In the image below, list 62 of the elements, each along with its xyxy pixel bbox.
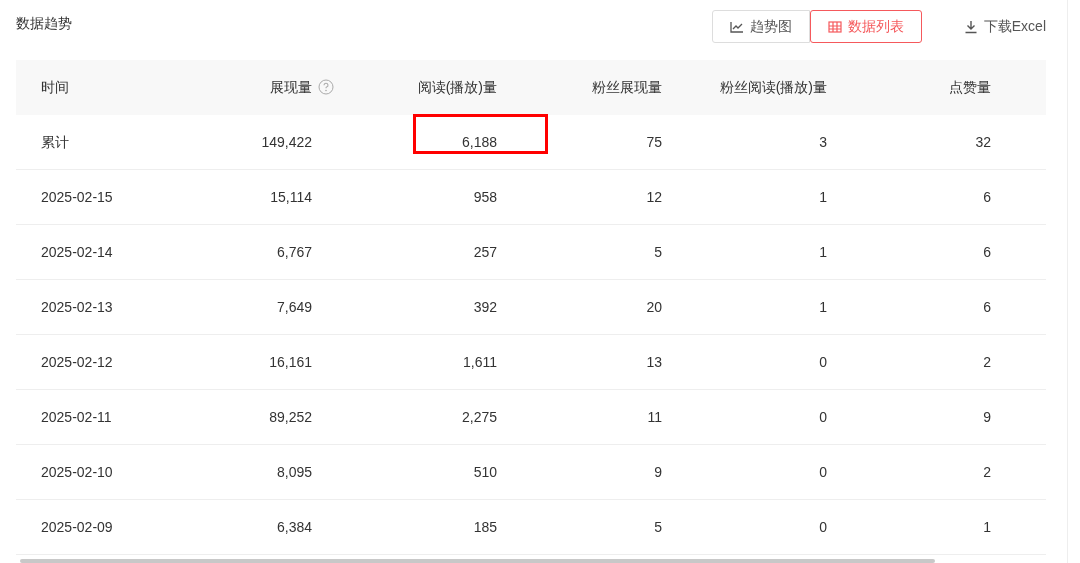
table-cell: 6,384: [276, 518, 312, 535]
table-cell: 16,161: [269, 353, 312, 370]
line-chart-icon: [729, 20, 744, 33]
table-cell: 0: [819, 353, 827, 370]
download-icon: [963, 19, 978, 34]
table-cell: 89,252: [269, 408, 312, 425]
table-cell: 2025-02-15: [41, 188, 113, 205]
table-cell: 6,188: [461, 133, 497, 150]
table-cell: 958: [473, 188, 497, 205]
table-cell: 20: [646, 298, 662, 315]
table-cell: 1: [983, 518, 991, 535]
scrollbar[interactable]: [20, 559, 935, 563]
column-header: 展现量: [270, 79, 312, 95]
table-cell: 0: [819, 408, 827, 425]
table-cell: 1: [819, 188, 827, 205]
section-title: 数据趋势: [16, 14, 72, 33]
table-cell: 2025-02-09: [41, 518, 113, 535]
table-cell: 75: [646, 133, 662, 150]
table-cell: 12: [646, 188, 662, 205]
table-cell: 5: [654, 518, 662, 535]
download-button[interactable]: 下载Excel: [963, 16, 1046, 37]
table-cell: 2: [983, 353, 991, 370]
table-cell: 0: [819, 518, 827, 535]
table-cell: 2025-02-14: [41, 243, 113, 260]
table-cell: 2025-02-12: [41, 353, 113, 370]
table-cell: 6: [983, 188, 991, 205]
view-tab[interactable]: 趋势图: [711, 10, 810, 43]
table-cell: 6,767: [276, 243, 312, 260]
table-cell: 累计: [41, 133, 69, 150]
column-header: 阅读(播放)量: [417, 79, 497, 95]
table-cell: 3: [819, 133, 827, 150]
table-cell: 5: [654, 243, 662, 260]
column-header: 时间: [41, 79, 69, 95]
table-cell: 185: [473, 518, 497, 535]
table-cell: 1: [819, 298, 827, 315]
table-cell: 2025-02-11: [41, 408, 112, 425]
table-cell: 6: [983, 243, 991, 260]
table-cell: 257: [473, 243, 497, 260]
table-cell: 9: [983, 408, 991, 425]
column-header: 点赞量: [949, 79, 991, 95]
table-cell: 9: [654, 463, 662, 480]
table-cell: 6: [983, 298, 991, 315]
table-icon: [827, 20, 842, 33]
table-cell: 2,275: [461, 408, 497, 425]
table-cell: 13: [646, 353, 662, 370]
table-cell: 15,114: [270, 188, 312, 205]
table-cell: 2025-02-10: [41, 463, 113, 480]
table-cell: 0: [819, 463, 827, 480]
table-cell: 7,649: [276, 298, 312, 315]
help-icon[interactable]: [318, 79, 334, 95]
table-cell: 510: [473, 463, 497, 480]
table-cell: 149,422: [261, 133, 312, 150]
table-cell: 2025-02-13: [41, 298, 113, 315]
column-header: 粉丝阅读(播放)量: [719, 79, 827, 95]
table-cell: 1: [819, 243, 827, 260]
table-cell: 8,095: [276, 463, 312, 480]
table-cell: 32: [975, 133, 991, 150]
table-cell: 11: [647, 408, 662, 425]
table-cell: 1,611: [463, 353, 497, 370]
column-header: 粉丝展现量: [592, 79, 662, 95]
table-cell: 392: [473, 298, 497, 315]
table-cell: 2: [983, 463, 991, 480]
